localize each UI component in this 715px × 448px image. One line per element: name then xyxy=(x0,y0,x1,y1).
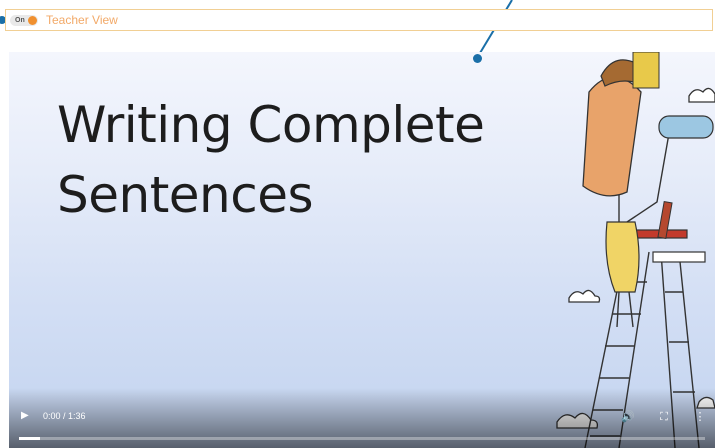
video-title-line-2: Sentences xyxy=(57,166,314,224)
play-icon[interactable]: ▶ xyxy=(21,410,33,422)
video-player[interactable]: Writing Complete Sentences ▶ 0:00 / 1:36… xyxy=(9,52,715,448)
more-options-icon[interactable]: ⋮ xyxy=(693,410,707,424)
toggle-label: On xyxy=(15,17,25,24)
toggle-knob xyxy=(28,16,37,25)
video-progress-fill xyxy=(19,437,40,440)
video-time: 0:00 / 1:36 xyxy=(43,411,86,421)
fullscreen-icon[interactable]: ⛶ xyxy=(657,410,671,424)
video-title-line-1: Writing Complete xyxy=(57,96,485,154)
video-progress-bar[interactable] xyxy=(19,437,705,440)
annotation-dot-video xyxy=(473,54,482,63)
volume-icon[interactable]: 🔊 xyxy=(621,410,635,424)
teacher-view-label: Teacher View xyxy=(46,13,118,27)
teacher-view-bar: On Teacher View xyxy=(5,9,713,31)
video-controls: ▶ 0:00 / 1:36 🔊 ⛶ ⋮ xyxy=(9,388,715,448)
teacher-view-toggle[interactable]: On xyxy=(10,15,38,26)
